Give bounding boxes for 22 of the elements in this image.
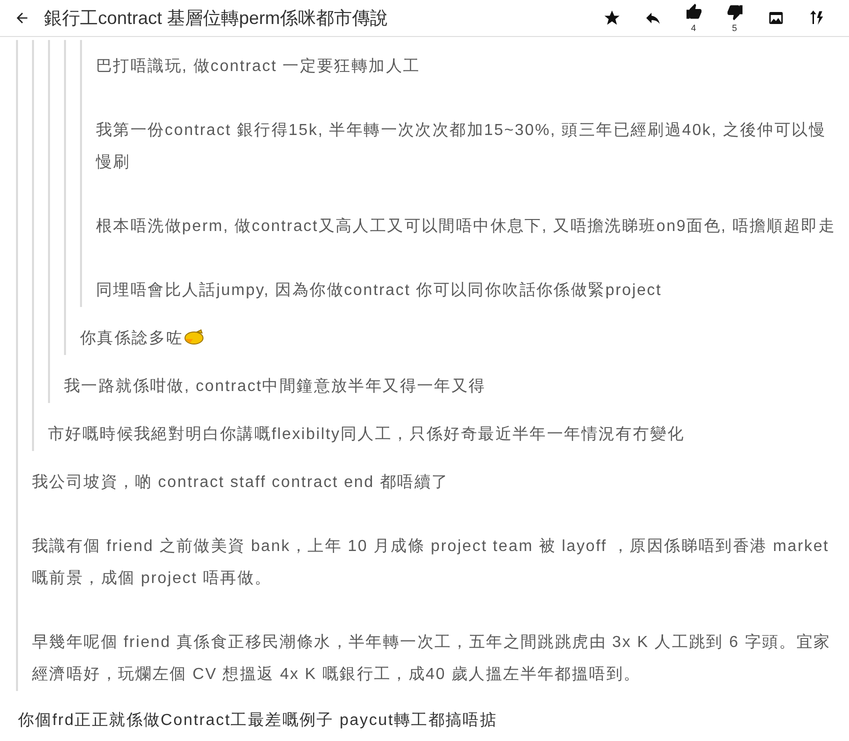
upvote-button[interactable]: 4 (673, 1, 714, 35)
post-paragraph: 根本唔洗做perm, 做contract又高人工又可以間唔中休息下, 又唔擔洗睇班on9面色, 唔擔順超即走 (96, 216, 837, 237)
post-paragraph: 巴打唔識玩, 做contract 一定要狂轉加人工 (96, 56, 422, 77)
image-icon (766, 9, 784, 27)
vote-count: 5 (732, 23, 737, 33)
post-paragraph: 我公司坡資，啲 contract staff contract end 都唔續了 (32, 472, 450, 493)
thumbs-up-icon (684, 3, 702, 21)
post-paragraph: 我識有個 friend 之前做美資 bank，上年 10 月成條 project team 被 layoff ，原因係睇唔到香港 market 嘅前景，成個 project 唔再做。 (32, 536, 830, 589)
thread-title: 銀行工contract 基層位轉perm係咪都市傳說 (44, 6, 390, 30)
sort-icon (808, 9, 826, 27)
post-paragraph: 同埋唔會比人話jumpy, 因為你做contract 你可以同你吹話你係做緊project (96, 280, 663, 301)
post-paragraph: 市好嘅時候我絕對明白你講嘅flexibilty同人工，只係好奇最近半年一年情況有冇變化 (48, 424, 686, 445)
star-icon (602, 9, 620, 27)
back-arrow-icon (14, 10, 30, 26)
post-paragraph: 你個frd正正就係做Contract工最差嘅例子 paycut轉工都搞唔掂 (18, 710, 498, 731)
post-paragraph: 你真係諗多咗 (80, 323, 843, 355)
post-paragraph: 早幾年呢個 friend 真係食正移民潮條水，半年轉一次工，五年之間跳跳虎由 3x K 人工跳到 6 字頭。宜家經濟唔好，玩爛左個 CV 想搵返 4x K 嘅銀行工，成40 歲人搵左半年都搵唔到。 (32, 632, 832, 685)
post-paragraph: 我第一份contract 銀行得15k, 半年轉一次次次都加15~30%, 頭三年已經刷過40k, 之後仲可以慢慢刷 (96, 120, 827, 173)
vote-count: 4 (690, 23, 696, 33)
thumbs-down-icon (726, 3, 744, 21)
downvote-button[interactable]: 5 (714, 1, 755, 35)
post-paragraph: 我一路就係咁做, contract中間鐘意放半年又得一年又得 (64, 376, 487, 397)
